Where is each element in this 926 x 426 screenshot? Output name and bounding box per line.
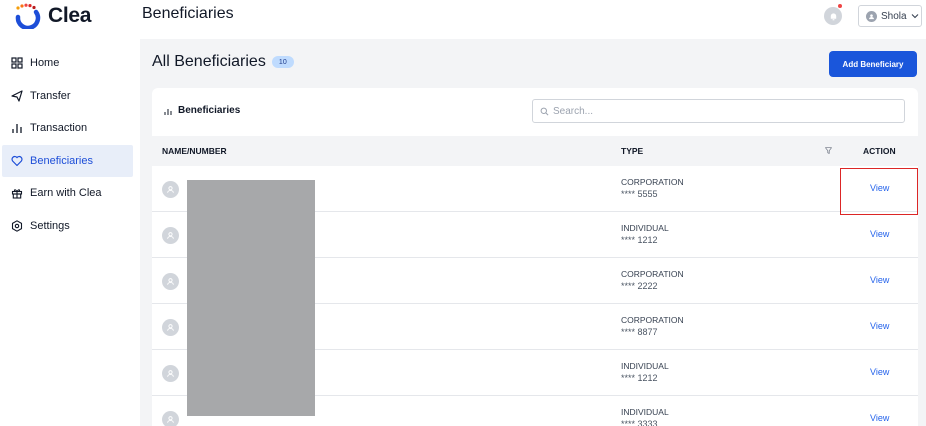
beneficiary-type: CORPORATION **** 8877 bbox=[621, 314, 684, 338]
send-icon bbox=[11, 90, 23, 102]
chevron-down-icon bbox=[911, 13, 919, 19]
user-avatar-icon bbox=[162, 181, 179, 198]
type-label: INDIVIDUAL bbox=[621, 223, 669, 233]
beneficiary-type: INDIVIDUAL **** 3333 bbox=[621, 406, 669, 426]
sidebar-item-settings[interactable]: Settings bbox=[0, 210, 140, 243]
search-input[interactable] bbox=[553, 105, 893, 117]
sidebar-item-beneficiaries[interactable]: Beneficiaries bbox=[2, 144, 133, 177]
type-label: INDIVIDUAL bbox=[621, 407, 669, 417]
gift-icon bbox=[11, 187, 23, 199]
bar-chart-icon bbox=[11, 122, 23, 134]
account-number: **** 8877 bbox=[621, 327, 658, 337]
section-title-text: All Beneficiaries bbox=[152, 53, 266, 70]
sidebar-nav: Home Transfer Transaction Beneficiaries … bbox=[0, 47, 140, 242]
user-avatar-icon bbox=[162, 365, 179, 382]
notification-dot bbox=[838, 4, 842, 8]
account-number: **** 3333 bbox=[621, 419, 658, 426]
beneficiary-type: CORPORATION **** 2222 bbox=[621, 268, 684, 292]
highlight-box bbox=[840, 168, 918, 215]
column-header-name: NAME/NUMBER bbox=[162, 146, 227, 156]
column-header-type: TYPE bbox=[621, 146, 644, 156]
sidebar-item-label: Beneficiaries bbox=[30, 154, 93, 167]
notification-bell-icon[interactable] bbox=[824, 7, 842, 25]
account-number: **** 1212 bbox=[621, 373, 658, 383]
sidebar: Clea Home Transfer Transaction Beneficia… bbox=[0, 0, 140, 426]
sidebar-item-label: Home bbox=[30, 57, 60, 70]
user-name: Shola bbox=[881, 10, 907, 22]
view-link[interactable]: View bbox=[870, 413, 889, 423]
top-bar: Beneficiaries Shola bbox=[140, 0, 926, 39]
bar-chart-icon bbox=[164, 108, 172, 115]
column-header-action: ACTION bbox=[863, 146, 896, 156]
user-avatar-icon bbox=[162, 273, 179, 290]
clea-logo-icon bbox=[10, 3, 46, 31]
sidebar-item-home[interactable]: Home bbox=[0, 47, 140, 80]
type-label: CORPORATION bbox=[621, 177, 684, 187]
view-link[interactable]: View bbox=[870, 275, 889, 285]
user-avatar-icon bbox=[162, 319, 179, 336]
card-title: Beneficiaries bbox=[164, 105, 240, 116]
avatar bbox=[866, 10, 877, 22]
sidebar-item-label: Settings bbox=[30, 219, 70, 232]
search-icon bbox=[540, 107, 549, 115]
card-header: Beneficiaries bbox=[152, 88, 918, 134]
grid-icon bbox=[11, 57, 23, 69]
beneficiary-type: CORPORATION **** 5555 bbox=[621, 176, 684, 200]
heart-icon bbox=[11, 155, 23, 167]
view-link[interactable]: View bbox=[870, 367, 889, 377]
card-title-text: Beneficiaries bbox=[178, 105, 241, 116]
sidebar-item-earn-with-clea[interactable]: Earn with Clea bbox=[0, 177, 140, 210]
sidebar-item-label: Earn with Clea bbox=[30, 187, 102, 200]
redaction-block bbox=[187, 180, 315, 416]
sidebar-item-transfer[interactable]: Transfer bbox=[0, 80, 140, 113]
view-link[interactable]: View bbox=[870, 321, 889, 331]
page-title: Beneficiaries bbox=[142, 5, 234, 22]
beneficiary-type: INDIVIDUAL **** 1212 bbox=[621, 360, 669, 384]
user-menu[interactable]: Shola bbox=[858, 5, 922, 27]
account-number: **** 5555 bbox=[621, 189, 658, 199]
sidebar-item-label: Transaction bbox=[30, 122, 88, 135]
section-title: All Beneficiaries 10 bbox=[152, 53, 294, 71]
type-label: CORPORATION bbox=[621, 269, 684, 279]
sidebar-item-label: Transfer bbox=[30, 89, 71, 102]
account-number: **** 2222 bbox=[621, 281, 658, 291]
view-link[interactable]: View bbox=[870, 229, 889, 239]
type-label: INDIVIDUAL bbox=[621, 361, 669, 371]
user-avatar-icon bbox=[162, 411, 179, 426]
table-header: NAME/NUMBER TYPE ACTION bbox=[152, 136, 918, 166]
account-number: **** 1212 bbox=[621, 235, 658, 245]
user-avatar-icon bbox=[162, 227, 179, 244]
count-badge: 10 bbox=[271, 56, 294, 68]
beneficiary-type: INDIVIDUAL **** 1212 bbox=[621, 222, 669, 246]
sidebar-item-transaction[interactable]: Transaction bbox=[0, 112, 140, 145]
filter-icon[interactable] bbox=[825, 147, 832, 154]
logo[interactable]: Clea bbox=[10, 2, 92, 31]
type-label: CORPORATION bbox=[621, 315, 684, 325]
gear-icon bbox=[11, 220, 23, 232]
add-beneficiary-button[interactable]: Add Beneficiary bbox=[829, 51, 917, 77]
search-box[interactable] bbox=[532, 99, 905, 123]
logo-text: Clea bbox=[48, 4, 92, 27]
